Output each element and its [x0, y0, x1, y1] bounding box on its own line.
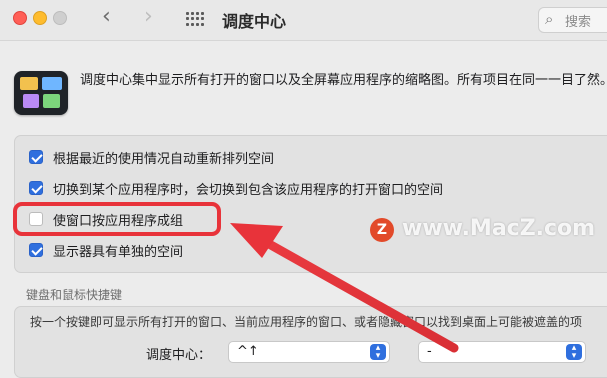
checkbox-checked[interactable]	[29, 150, 43, 164]
shortcuts-section-title: 键盘和鼠标快捷键	[26, 288, 123, 302]
description-text: 调度中心集中显示所有打开的窗口以及全屏幕应用程序的缩略图。所有项目在同一一目了然…	[80, 73, 607, 88]
mouse-shortcut-select[interactable]: - ▴ ▾	[418, 341, 586, 363]
search-icon: ⌕	[545, 10, 554, 28]
checkbox-checked[interactable]	[29, 243, 43, 257]
mission-control-shortcut-label: 调度中心：	[146, 348, 212, 363]
search-field[interactable]: ⌕ 搜索	[538, 7, 607, 33]
option-label: 切换到某个应用程序时，会切换到包含该应用程序的打开窗口的空间	[53, 183, 444, 198]
chevron-right-icon[interactable]: ›	[144, 5, 153, 29]
chevron-left-icon[interactable]: ‹	[102, 5, 111, 29]
window-titlebar: ‹ › 调度中心 ⌕ 搜索	[0, 0, 607, 41]
select-value: ^↑	[237, 344, 259, 359]
zoom-button[interactable]	[53, 11, 67, 25]
option-label: 显示器具有单独的空间	[53, 245, 184, 260]
watermark-logo: Z	[370, 218, 394, 242]
mission-control-app-icon	[14, 71, 68, 115]
minimize-button[interactable]	[33, 11, 47, 25]
search-placeholder: 搜索	[565, 15, 592, 30]
keyboard-shortcut-select[interactable]: ^↑ ▴ ▾	[228, 341, 390, 363]
shortcuts-hint: 按一个按键即可显示所有打开的窗口、当前应用程序的窗口、或者隐藏窗口以找到桌面上可…	[30, 315, 583, 329]
watermark-text: www.MacZ.com	[402, 216, 596, 241]
chevron-up-down-icon: ▴ ▾	[370, 344, 386, 361]
window-title: 调度中心	[222, 12, 287, 31]
close-button[interactable]	[13, 11, 27, 25]
option-label: 根据最近的使用情况自动重新排列空间	[53, 152, 275, 167]
chevron-up-down-icon: ▴ ▾	[566, 344, 582, 361]
checkbox-checked[interactable]	[29, 181, 43, 195]
select-value: -	[427, 344, 432, 359]
annotation-highlight-box	[13, 202, 221, 236]
show-all-grid-icon[interactable]	[186, 12, 204, 26]
